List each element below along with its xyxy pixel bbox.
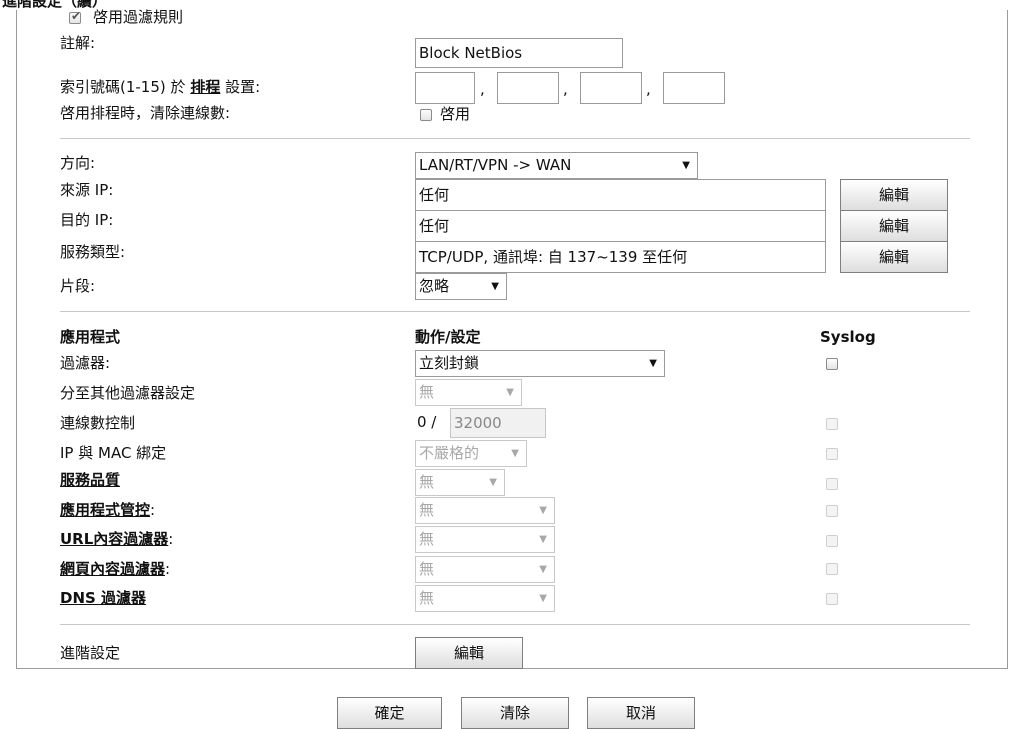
dns-filter-value: 無 — [419, 589, 435, 607]
advanced-label: 進階設定 — [60, 644, 121, 662]
qos-value: 無 — [419, 473, 435, 491]
schedule-separator: , — [563, 80, 568, 98]
branch-label: 分至其他過濾器設定 — [60, 384, 196, 402]
qos-link[interactable]: 服務品質 — [60, 470, 120, 490]
dropdown-icon: ▼ — [539, 593, 547, 604]
direction-select[interactable]: LAN/RT/VPN -> WAN ▼ — [415, 152, 698, 179]
schedule-label-prefix: 索引號碼(1-15) 於 — [60, 78, 186, 96]
enable-rule-label: 啓用過濾規則 — [93, 8, 184, 26]
schedule-label-suffix: 設置: — [225, 78, 261, 96]
branch-value: 無 — [419, 383, 435, 401]
cancel-button[interactable]: 取消 — [587, 697, 695, 729]
schedule-separator: , — [480, 80, 485, 98]
schedule-separator: , — [646, 80, 651, 98]
web-filter-label: 網頁內容過濾器: — [60, 559, 170, 579]
dropdown-icon: ▼ — [511, 448, 519, 459]
app-control-syslog-checkbox[interactable] — [826, 505, 838, 517]
web-filter-value: 無 — [419, 560, 435, 578]
app-column-header: 應用程式 — [60, 328, 121, 346]
ip-mac-label: IP 與 MAC 綁定 — [60, 444, 167, 462]
url-filter-value: 無 — [419, 530, 435, 548]
fragments-label: 片段: — [60, 277, 96, 295]
filter-label: 過濾器: — [60, 354, 111, 372]
schedule-index-2[interactable] — [497, 72, 559, 104]
dropdown-icon: ▼ — [489, 477, 497, 488]
app-control-colon: : — [150, 501, 156, 519]
session-control-label: 連線數控制 — [60, 414, 136, 432]
dest-ip-label: 目的 IP: — [60, 211, 114, 229]
app-control-value: 無 — [419, 501, 435, 519]
dropdown-icon: ▼ — [506, 387, 514, 398]
web-filter-select[interactable]: 無 ▼ — [415, 556, 555, 583]
branch-select[interactable]: 無 ▼ — [415, 379, 522, 406]
dns-filter-link[interactable]: DNS 過濾器 — [60, 588, 146, 608]
service-type-edit-button[interactable]: 編輯 — [840, 241, 948, 273]
advanced-edit-button[interactable]: 編輯 — [415, 637, 523, 669]
divider — [60, 624, 970, 625]
dropdown-icon: ▼ — [539, 505, 547, 516]
source-ip-label: 來源 IP: — [60, 181, 114, 199]
dns-filter-syslog-checkbox[interactable] — [826, 593, 838, 605]
direction-label: 方向: — [60, 154, 96, 172]
divider — [60, 138, 970, 139]
filter-syslog-checkbox[interactable] — [826, 358, 838, 370]
dropdown-icon: ▼ — [539, 564, 547, 575]
ip-mac-syslog-checkbox[interactable] — [826, 448, 838, 460]
dropdown-icon: ▼ — [682, 160, 690, 171]
ok-button[interactable]: 確定 — [337, 697, 442, 729]
source-ip-edit-button[interactable]: 編輯 — [840, 179, 948, 211]
clear-button[interactable]: 清除 — [461, 697, 569, 729]
fragments-value: 忽略 — [419, 277, 450, 295]
schedule-link[interactable]: 排程 — [190, 78, 220, 96]
dropdown-icon: ▼ — [491, 281, 499, 292]
session-control-input[interactable]: 32000 — [450, 408, 546, 438]
app-control-label: 應用程式管控: — [60, 500, 155, 520]
filter-value: 立刻封鎖 — [419, 354, 480, 372]
schedule-index-1[interactable] — [415, 72, 475, 104]
direction-value: LAN/RT/VPN -> WAN — [419, 156, 572, 174]
dropdown-icon: ▼ — [649, 358, 657, 369]
url-filter-select[interactable]: 無 ▼ — [415, 526, 555, 553]
fragments-select[interactable]: 忽略 ▼ — [415, 273, 507, 300]
url-filter-link[interactable]: URL內容過濾器 — [60, 530, 168, 548]
web-filter-link[interactable]: 網頁內容過濾器 — [60, 560, 165, 578]
session-control-syslog-checkbox[interactable] — [826, 418, 838, 430]
app-control-link[interactable]: 應用程式管控 — [60, 501, 150, 519]
comment-input[interactable]: Block NetBios — [415, 38, 623, 68]
enable-rule-checkbox[interactable]: ✔ — [69, 9, 82, 24]
schedule-label: 索引號碼(1-15) 於 排程 設置: — [60, 77, 260, 97]
clear-sessions-checkbox[interactable] — [420, 109, 432, 121]
service-type-label: 服務類型: — [60, 243, 126, 261]
qos-select[interactable]: 無 ▼ — [415, 469, 505, 496]
filter-select[interactable]: 立刻封鎖 ▼ — [415, 350, 665, 377]
check-icon: ✔ — [71, 9, 82, 23]
schedule-index-4[interactable] — [663, 72, 725, 104]
dest-ip-field: 任何 — [415, 210, 826, 242]
url-filter-syslog-checkbox[interactable] — [826, 535, 838, 547]
clear-sessions-label: 啓用排程時，清除連線數: — [60, 104, 231, 122]
ip-mac-value: 不嚴格的 — [419, 444, 480, 462]
web-filter-syslog-checkbox[interactable] — [826, 563, 838, 575]
web-filter-colon: : — [165, 560, 171, 578]
dest-ip-edit-button[interactable]: 編輯 — [840, 210, 948, 242]
schedule-index-3[interactable] — [580, 72, 642, 104]
session-control-prefix: 0 / — [417, 413, 437, 431]
dropdown-icon: ▼ — [539, 534, 547, 545]
comment-label: 註解: — [60, 34, 96, 52]
dns-filter-select[interactable]: 無 ▼ — [415, 585, 555, 612]
app-control-select[interactable]: 無 ▼ — [415, 497, 555, 524]
action-column-header: 動作/設定 — [415, 328, 481, 346]
syslog-column-header: Syslog — [820, 328, 876, 346]
clear-sessions-option: 啓用 — [440, 105, 471, 123]
source-ip-field: 任何 — [415, 179, 826, 211]
url-filter-colon: : — [168, 530, 174, 548]
divider — [60, 311, 970, 312]
url-filter-label: URL內容過濾器: — [60, 529, 173, 549]
service-type-field: TCP/UDP, 通訊埠: 自 137~139 至任何 — [415, 241, 826, 273]
ip-mac-select[interactable]: 不嚴格的 ▼ — [415, 440, 527, 467]
qos-syslog-checkbox[interactable] — [826, 478, 838, 490]
